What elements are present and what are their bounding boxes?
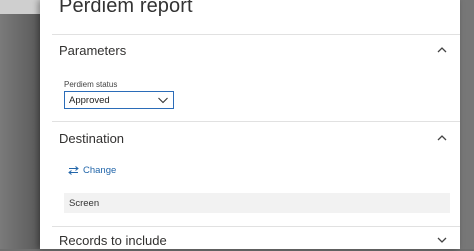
perdiem-status-label: Perdiem status [64,80,118,89]
change-destination-link[interactable]: Change [68,165,116,176]
parameters-section-header[interactable]: Parameters [59,39,448,61]
chevron-down-icon [158,97,168,104]
destination-section-title: Destination [59,130,125,146]
perdiem-status-value: Approved [69,94,110,106]
backdrop-top [0,0,40,14]
chevron-down-icon[interactable] [436,234,448,246]
change-label: Change [83,165,117,176]
divider [52,34,460,35]
divider [52,121,460,122]
chevron-up-icon[interactable] [436,132,448,144]
destination-field: Screen [64,193,450,213]
dialog-title: Perdiem report [59,0,193,17]
parameters-section-title: Parameters [59,42,127,58]
divider [52,226,460,227]
backdrop-overlay-right [460,0,474,249]
chevron-up-icon[interactable] [436,44,448,56]
records-section-header[interactable]: Records to include [59,229,448,251]
destination-section-header[interactable]: Destination [59,127,448,149]
swap-arrows-icon [68,166,79,175]
destination-value: Screen [69,197,100,209]
backdrop-overlay [0,14,40,249]
perdiem-report-dialog: Perdiem report Parameters Perdiem status… [40,0,460,249]
records-section-title: Records to include [59,232,167,248]
perdiem-status-select[interactable]: Approved [64,91,174,109]
